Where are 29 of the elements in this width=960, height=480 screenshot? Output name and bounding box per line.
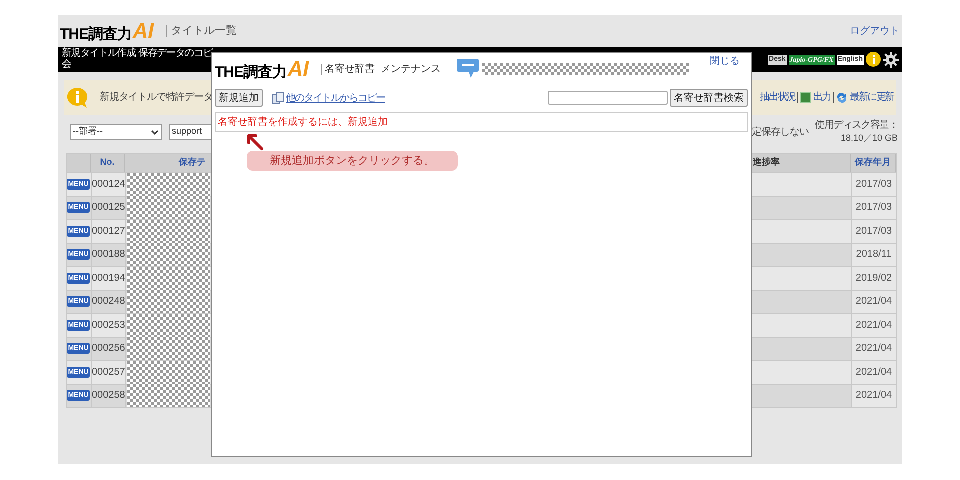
logo: THE調査力AI	[60, 20, 154, 42]
table-cell: 000127	[91, 219, 125, 242]
table-cell: 2021/04	[851, 384, 896, 407]
disk-usage-label: 使用ディスク容量：	[815, 120, 898, 132]
table-cell: 2019/02	[851, 266, 896, 290]
table-cell: 2021/04	[851, 290, 896, 313]
page-title: タイトル一覧	[166, 25, 237, 37]
table-cell: 2017/03	[851, 196, 896, 219]
save-option-label: 定保存しない	[752, 126, 810, 140]
table-cell: 000258	[91, 384, 125, 407]
disk-usage-value: 18.10／10 GB	[840, 132, 898, 144]
table-cell: 000124	[91, 172, 125, 196]
table-cell: 000256	[91, 336, 125, 360]
logo: THE調査力AI	[215, 58, 309, 80]
table-cell: 2017/03	[851, 172, 896, 196]
table-cell: 000257	[91, 360, 125, 384]
table-cell: 2021/04	[851, 360, 896, 384]
table-cell: 2021/04	[851, 336, 896, 360]
table-cell: 000248	[91, 290, 125, 313]
table-cell: 000253	[91, 313, 125, 336]
table-cell: 2018/11	[851, 242, 896, 266]
table-cell: 000125	[91, 196, 125, 219]
dialog-title: 名寄せ辞書	[321, 64, 375, 74]
table-cell: 000188	[91, 242, 125, 266]
table-cell: 2021/04	[851, 313, 896, 336]
dialog-subtitle: メンテナンス	[381, 62, 441, 76]
table-cell: 2017/03	[851, 219, 896, 242]
callout-text: 新規追加ボタンをクリックする。	[270, 154, 435, 169]
table-cell: 000194	[91, 266, 125, 290]
